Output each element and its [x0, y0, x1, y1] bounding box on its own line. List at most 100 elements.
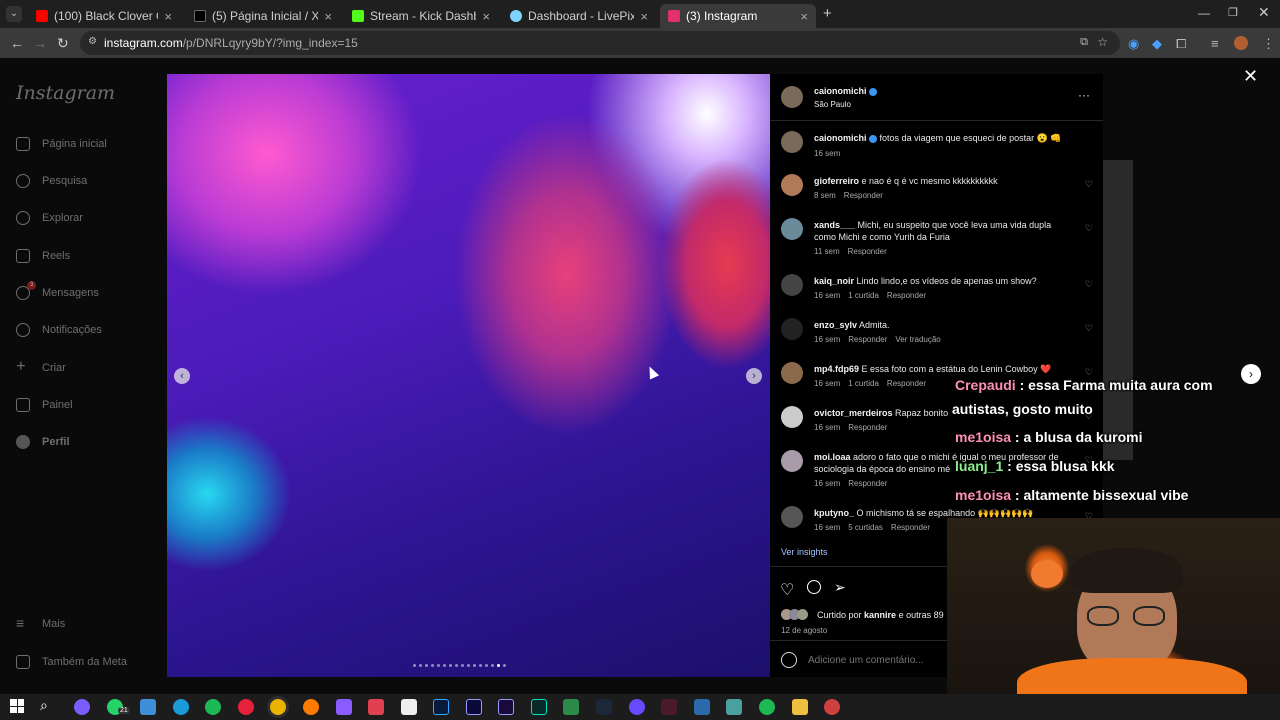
profile-avatar-icon[interactable] — [1234, 36, 1248, 50]
comment-like-heart-icon[interactable]: ♡ — [1085, 323, 1093, 334]
reply-button[interactable]: Responder — [887, 291, 926, 300]
previous-photo-button[interactable]: ‹ — [174, 368, 190, 384]
comment-username[interactable]: moi.loaa — [814, 452, 851, 462]
comment-avatar[interactable] — [781, 506, 803, 528]
install-app-icon[interactable]: ⧉ — [1080, 36, 1088, 49]
new-tab-button[interactable]: + — [823, 5, 832, 22]
reply-button[interactable]: Responder — [848, 335, 887, 344]
discord-icon[interactable] — [74, 699, 90, 715]
comment-avatar[interactable] — [781, 274, 803, 296]
comment-avatar[interactable] — [781, 406, 803, 428]
sidebar-item-search[interactable]: Pesquisa — [16, 174, 87, 188]
see-translation-button[interactable]: Ver tradução — [895, 335, 940, 344]
caption-avatar[interactable] — [781, 131, 803, 153]
app-icon[interactable] — [336, 699, 352, 715]
figma-icon[interactable] — [368, 699, 384, 715]
app-icon[interactable] — [694, 699, 710, 715]
blender-icon[interactable] — [303, 699, 319, 715]
sidebar-item-notifications[interactable]: Notificações — [16, 323, 102, 337]
obs-icon[interactable] — [629, 699, 645, 715]
author-avatar[interactable] — [781, 86, 803, 108]
tab-instagram[interactable]: (3) Instagram × — [660, 4, 816, 28]
reload-icon[interactable]: ↻ — [57, 35, 69, 52]
restore-icon[interactable]: ❐ — [1228, 6, 1238, 19]
copilot-icon[interactable] — [140, 699, 156, 715]
notion-icon[interactable] — [401, 699, 417, 715]
tab-youtube[interactable]: (100) Black Clover Opening 1 Fu × — [28, 4, 180, 28]
steam-icon[interactable] — [596, 699, 612, 715]
post-photo[interactable]: ‹ › — [167, 74, 770, 677]
comment-avatar[interactable] — [781, 174, 803, 196]
instagram-logo[interactable]: Instagram — [16, 82, 115, 104]
app-icon[interactable] — [824, 699, 840, 715]
comment-like-heart-icon[interactable]: ♡ — [1085, 223, 1093, 234]
audition-icon[interactable] — [531, 699, 547, 715]
reply-button[interactable]: Responder — [887, 379, 926, 388]
sidebar-item-also-from-meta[interactable]: Também da Meta — [16, 655, 127, 669]
comment-likes[interactable]: 5 curtidas — [848, 523, 883, 532]
spotify-icon[interactable] — [759, 699, 775, 715]
like-heart-icon[interactable]: ♡ — [780, 580, 794, 600]
share-send-icon[interactable]: ➢ — [834, 579, 846, 596]
search-icon[interactable]: ⌕ — [40, 697, 48, 714]
sidebar-item-home[interactable]: Página inicial — [16, 137, 107, 151]
tab-kick[interactable]: Stream - Kick Dashboard × — [344, 4, 498, 28]
premiere-icon[interactable] — [466, 699, 482, 715]
site-info-icon[interactable]: ⚙ — [88, 36, 97, 47]
close-tab-icon[interactable]: × — [640, 9, 648, 24]
extension-shield-icon[interactable]: ◆ — [1152, 36, 1162, 52]
app-icon[interactable] — [726, 699, 742, 715]
close-tab-icon[interactable]: × — [800, 9, 808, 24]
comment-username[interactable]: enzo_sylv — [814, 320, 857, 330]
comment-bubble-icon[interactable] — [807, 580, 821, 594]
sidebar-item-explore[interactable]: Explorar — [16, 211, 83, 225]
comment-avatar[interactable] — [781, 362, 803, 384]
after-effects-icon[interactable] — [498, 699, 514, 715]
opera-icon[interactable] — [238, 699, 254, 715]
close-tab-icon[interactable]: × — [324, 9, 332, 24]
reading-list-icon[interactable]: ≡ — [1211, 36, 1219, 51]
comment-username[interactable]: mp4.fdp69 — [814, 364, 859, 374]
close-tab-icon[interactable]: × — [164, 9, 172, 24]
bookmark-star-icon[interactable]: ☆ — [1097, 35, 1108, 49]
edge-icon[interactable] — [173, 699, 189, 715]
reply-button[interactable]: Responder — [848, 479, 887, 488]
tab-livepix[interactable]: Dashboard - LivePix × — [502, 4, 656, 28]
reply-button[interactable]: Responder — [848, 423, 887, 432]
comment-avatar[interactable] — [781, 218, 803, 240]
chrome-icon[interactable] — [270, 699, 286, 715]
close-tab-icon[interactable]: × — [482, 9, 490, 24]
extensions-icon[interactable]: ⧠ — [1176, 36, 1186, 52]
extension-audio-icon[interactable]: ◉ — [1128, 36, 1139, 52]
comment-avatar[interactable] — [781, 318, 803, 340]
comment-username[interactable]: gioferreiro — [814, 176, 859, 186]
comment-username[interactable]: kputyno_ — [814, 508, 854, 518]
comment-likes[interactable]: 1 curtida — [848, 379, 879, 388]
sidebar-item-create[interactable]: + Criar — [16, 359, 66, 375]
photoshop-icon[interactable] — [433, 699, 449, 715]
reply-button[interactable]: Responder — [891, 523, 930, 532]
sidebar-item-dashboard[interactable]: Painel — [16, 398, 73, 412]
emoji-picker-icon[interactable] — [781, 652, 797, 668]
tab-search-icon[interactable]: ⌄ — [6, 6, 22, 22]
view-insights-link[interactable]: Ver insights — [781, 547, 828, 557]
next-post-button[interactable]: › — [1241, 364, 1261, 384]
file-explorer-icon[interactable] — [792, 699, 808, 715]
post-location[interactable]: São Paulo — [814, 100, 851, 109]
comment-avatar[interactable] — [781, 450, 803, 472]
sidebar-item-more[interactable]: ≡ Mais — [16, 616, 65, 631]
spotify-icon[interactable] — [205, 699, 221, 715]
comment-username[interactable]: xands___ — [814, 220, 855, 230]
close-window-icon[interactable]: ✕ — [1258, 4, 1270, 21]
comment-likes[interactable]: 1 curtida — [848, 291, 879, 300]
back-icon[interactable]: ← — [10, 35, 24, 51]
reply-button[interactable]: Responder — [844, 191, 883, 200]
windows-start-icon[interactable] — [10, 699, 24, 713]
comment-like-heart-icon[interactable]: ♡ — [1085, 179, 1093, 190]
app-icon[interactable] — [661, 699, 677, 715]
reply-button[interactable]: Responder — [848, 247, 887, 256]
address-bar[interactable]: ⚙ instagram.com/p/DNRLqyry9bY/?img_index… — [80, 31, 1120, 55]
next-photo-button[interactable]: › — [746, 368, 762, 384]
forward-icon[interactable]: → — [33, 35, 47, 51]
comment-like-heart-icon[interactable]: ♡ — [1085, 279, 1093, 290]
